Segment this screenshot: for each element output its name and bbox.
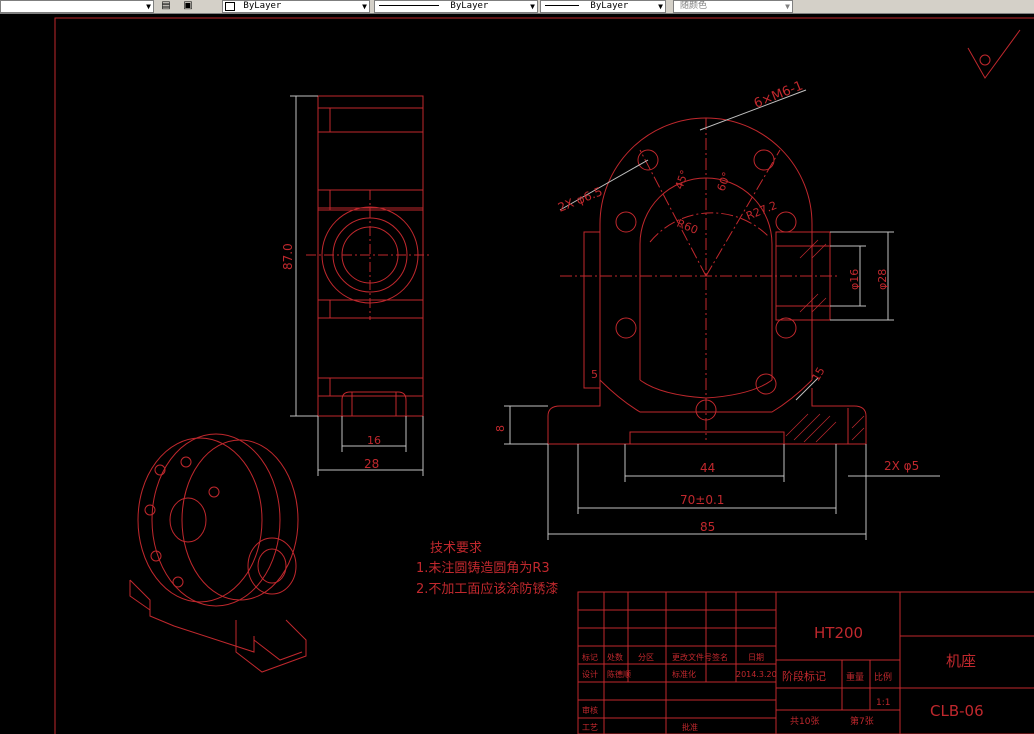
drawing-canvas[interactable]: 6×M6-1 2X φ6.5 45° 60° R60 R27.2 φ16 φ28…	[0, 14, 1034, 734]
chevron-down-icon: ▼	[530, 2, 535, 11]
roughness-symbol	[967, 29, 1021, 79]
process-label: 工艺	[582, 723, 598, 732]
angle-45-label: 45°	[673, 168, 692, 191]
chevron-down-icon: ▼	[785, 2, 790, 11]
layer-dropdown[interactable]: ▼	[0, 0, 154, 13]
zones-header: 处数	[607, 652, 623, 662]
part-name-label: 机座	[946, 652, 976, 670]
dim-8-label: 8	[494, 425, 507, 432]
lineweight-sample	[545, 5, 579, 6]
width-16-label: 16	[367, 434, 381, 447]
hole-spec-label: 6×M6-1	[752, 78, 805, 111]
properties-toolbar: ▼ ▤ ▣ ByLayer ▼ ByLayer ▼ ByLayer ▼ 随颜色 …	[0, 0, 1034, 14]
division-header: 分区	[638, 653, 654, 662]
approve-label: 批准	[682, 722, 698, 732]
height-87-label: 87.0	[281, 243, 295, 270]
technical-requirement-2: 2.不加工面应该涂防锈漆	[416, 581, 558, 597]
sheet-number-label: 第7张	[850, 715, 874, 727]
color-dropdown[interactable]: ByLayer ▼	[222, 0, 370, 13]
scale-value: 1:1	[876, 698, 890, 708]
design-date: 2014.3.20	[736, 670, 777, 679]
dim-5-label: 5	[591, 368, 598, 381]
layer-previous-icon[interactable]: ▤	[158, 0, 174, 12]
change-doc-header: 更改文件号	[672, 652, 712, 662]
designer-label: 设计	[582, 669, 598, 679]
dim-85-label: 85	[700, 520, 715, 534]
lineweight-dropdown-value: ByLayer	[590, 1, 629, 11]
standardization-label: 标准化	[672, 669, 696, 679]
dia-16-label: φ16	[848, 269, 861, 290]
dim-70-label: 70±0.1	[680, 493, 724, 507]
review-label: 审核	[582, 705, 598, 715]
scale-label: 比例	[874, 671, 892, 683]
r60-label: R60	[675, 217, 700, 237]
sheets-total-label: 共10张	[790, 716, 819, 727]
drawing-number-label: CLB-06	[930, 702, 984, 720]
dim-2x5-label: 2X φ5	[884, 459, 919, 473]
technical-requirements-title: 技术要求	[430, 541, 482, 556]
chevron-down-icon: ▼	[658, 2, 663, 11]
dim-44-label: 44	[700, 461, 715, 475]
signature-header: 签名	[712, 652, 728, 662]
width-28-label: 28	[364, 457, 379, 471]
material-label: HT200	[814, 624, 863, 642]
linetype-dropdown-value: ByLayer	[450, 1, 489, 11]
weight-label: 重量	[846, 671, 864, 683]
lineweight-dropdown[interactable]: ByLayer ▼	[540, 0, 666, 13]
plotstyle-dropdown[interactable]: 随颜色 ▼	[673, 0, 793, 13]
technical-requirement-1: 1.未注圆铸造圆角为R3	[416, 560, 550, 576]
layer-states-icon[interactable]: ▣	[180, 0, 196, 12]
color-swatch	[225, 2, 235, 11]
front-view-centerlines	[560, 118, 840, 440]
linetype-dropdown[interactable]: ByLayer ▼	[374, 0, 538, 13]
plotstyle-dropdown-value: 随颜色	[680, 1, 708, 11]
stage-mark-label: 阶段标记	[782, 669, 826, 683]
revision-header: 标记	[582, 652, 598, 662]
linetype-sample	[379, 5, 439, 6]
chevron-down-icon: ▼	[146, 2, 151, 11]
angle-60-label: 60°	[715, 170, 734, 193]
date-header: 日期	[748, 653, 764, 662]
front-view	[547, 117, 867, 445]
color-dropdown-value: ByLayer	[243, 1, 282, 11]
front-view-dimensions	[504, 89, 940, 540]
drawing-border	[54, 17, 1034, 734]
designer-name: 陈德顺	[607, 669, 631, 679]
isometric-view	[129, 433, 307, 673]
hole-2x-label: 2X φ6.5	[556, 184, 605, 214]
side-view	[317, 95, 424, 417]
dia-28-label: φ28	[876, 269, 889, 290]
chevron-down-icon: ▼	[362, 2, 367, 11]
side-view-dimensions	[290, 95, 424, 476]
